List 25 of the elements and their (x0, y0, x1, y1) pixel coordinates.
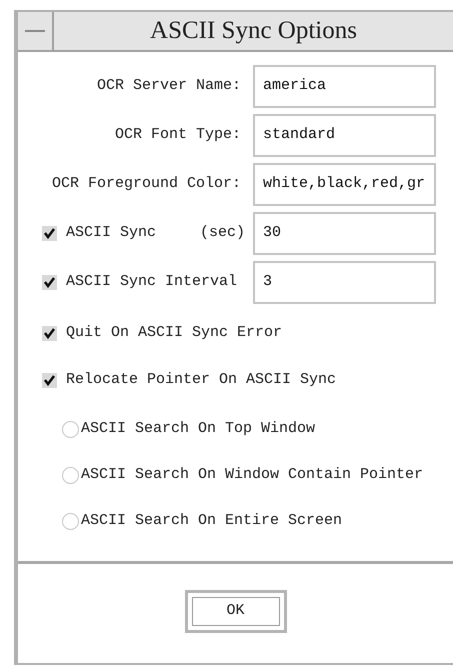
radio-button[interactable] (62, 420, 79, 438)
checkbox[interactable] (42, 275, 57, 290)
checkbox-label: ASCII Sync (66, 223, 156, 244)
text-field[interactable]: standard (253, 114, 436, 157)
radio-button[interactable] (62, 512, 79, 530)
field-label: OCR Foreground Color: (52, 174, 241, 194)
checkbox[interactable] (42, 373, 57, 388)
checkbox-label: Quit On ASCII Sync Error (66, 323, 282, 344)
radio-button[interactable] (62, 466, 79, 484)
window-title: ASCII Sync Options (150, 16, 357, 46)
unit-label: (sec) (200, 223, 245, 244)
checkbox-label: Relocate Pointer On ASCII Sync (66, 370, 336, 390)
radio-label: ASCII Search On Window Contain Pointer (81, 464, 424, 485)
checkbox[interactable] (42, 226, 57, 241)
radio-label: ASCII Search On Top Window (81, 418, 316, 439)
text-field[interactable]: 30 (253, 212, 436, 255)
text-field[interactable]: 3 (253, 261, 436, 304)
radio-label: ASCII Search On Entire Screen (81, 510, 342, 531)
checkbox[interactable] (42, 326, 57, 341)
text-field[interactable]: america (253, 65, 436, 108)
checkbox-label: ASCII Sync Interval (66, 272, 238, 292)
ok-button[interactable]: OK (192, 597, 280, 626)
text-field[interactable]: white,black,red,gr (253, 163, 436, 206)
field-label: OCR Font Type: (114, 125, 241, 146)
field-label: OCR Server Name: (96, 76, 241, 96)
